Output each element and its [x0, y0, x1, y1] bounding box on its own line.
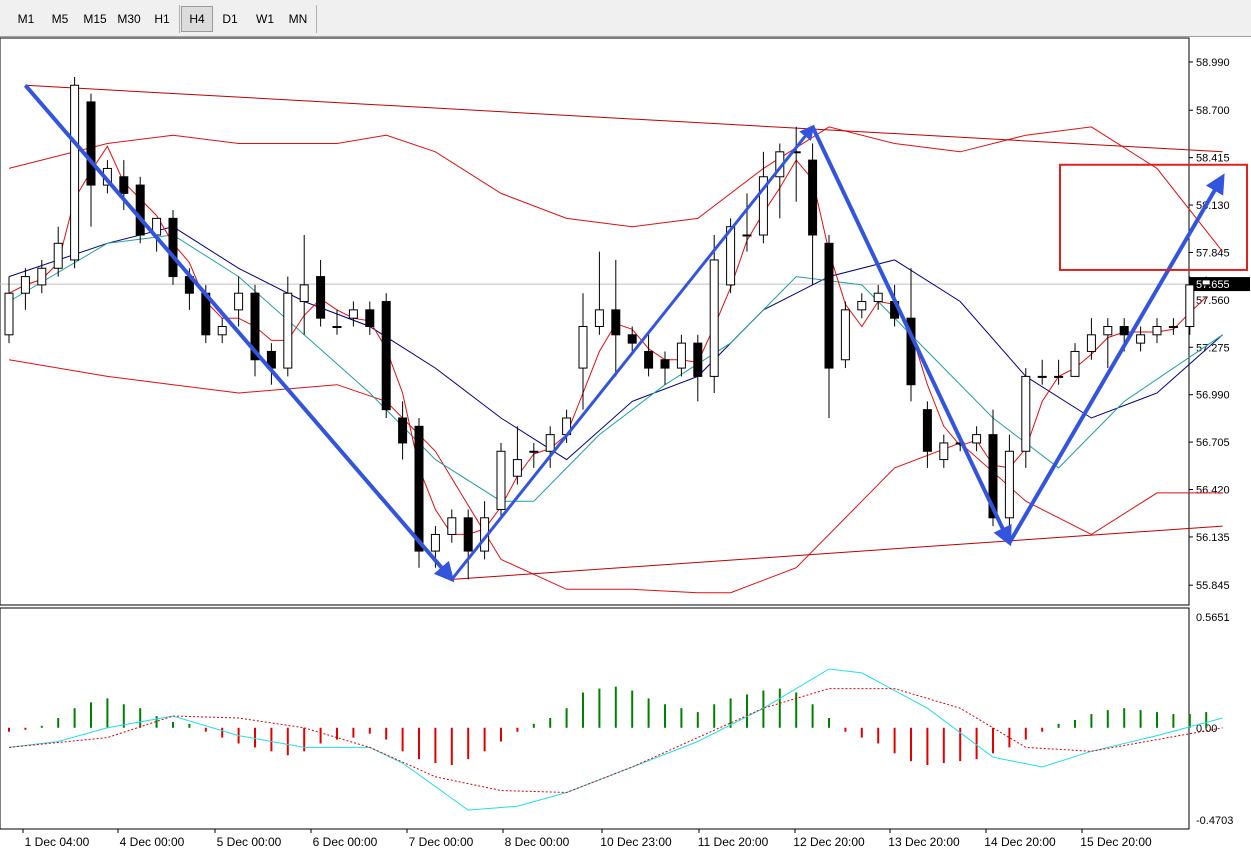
candle-body [1037, 375, 1047, 378]
candle-body [70, 84, 80, 261]
price-axis-label: 57.560 [1196, 295, 1230, 307]
candle-body [398, 417, 408, 444]
candle-body [808, 159, 818, 236]
price-axis-label: 56.705 [1196, 437, 1230, 449]
candle-body [742, 234, 752, 237]
price-axis-label: 58.990 [1196, 57, 1230, 69]
candle-body [1103, 325, 1113, 336]
candle-body [644, 350, 654, 369]
candle-body [381, 301, 391, 411]
candle-body [316, 276, 326, 319]
candle-body [857, 301, 867, 311]
candle-body [1021, 375, 1031, 452]
candle-body [86, 101, 96, 186]
price-axis-label: 55.845 [1196, 580, 1230, 592]
price-axis-label: 56.990 [1196, 390, 1230, 402]
macd-panel [0, 607, 1190, 830]
candle-body [4, 292, 14, 336]
macd-axis-label: -0.4703 [1196, 815, 1233, 827]
time-axis-label: 4 Dec 00:00 [120, 835, 185, 849]
candle-body [578, 325, 588, 369]
price-axis-label: 57.845 [1196, 247, 1230, 259]
candle-body [660, 359, 670, 369]
candle-body [512, 459, 522, 477]
price-axis-label: 58.700 [1196, 105, 1230, 117]
candle-body [463, 517, 473, 552]
price-axis-label: 58.415 [1196, 153, 1230, 165]
candle-body [332, 325, 342, 328]
current-price-label: 57.655 [1196, 279, 1230, 291]
candle-body [1152, 325, 1162, 336]
candle-body [840, 309, 850, 361]
time-axis-label: 7 Dec 00:00 [409, 835, 474, 849]
candle-body [676, 342, 686, 369]
candle-body [430, 533, 440, 552]
candle-body [1201, 279, 1211, 286]
candle-body [693, 342, 703, 377]
candle-body [1119, 325, 1129, 336]
candle-body [1070, 350, 1080, 377]
candle-body [414, 425, 424, 552]
candle-body [972, 434, 982, 444]
candle-body [824, 242, 834, 369]
candle-body [348, 309, 358, 319]
candle-body [135, 184, 145, 236]
macd-axis-label: 0.5651 [1196, 612, 1230, 624]
candle-body [119, 176, 129, 194]
time-axis-label: 6 Dec 00:00 [313, 835, 378, 849]
candle-body [299, 284, 309, 303]
candle-body [496, 450, 506, 510]
candle-body [627, 334, 637, 344]
candle-body [1004, 450, 1014, 519]
candle-body [1136, 334, 1146, 344]
time-axis-label: 14 Dec 20:00 [984, 835, 1056, 849]
candle-body [529, 450, 539, 453]
candle-body [20, 276, 30, 294]
candle-body [217, 325, 227, 336]
time-axis-label: 12 Dec 20:00 [793, 835, 865, 849]
candle-body [37, 267, 47, 286]
candle-body [594, 309, 604, 327]
price-axis-label: 56.420 [1196, 485, 1230, 497]
candle-body [873, 292, 883, 303]
candle-body [709, 259, 719, 377]
time-axis-label: 11 Dec 20:00 [698, 835, 769, 849]
candle-body [1185, 284, 1195, 327]
time-axis-label: 1 Dec 04:00 [25, 835, 90, 849]
candle-body [365, 309, 375, 327]
candle-body [283, 292, 293, 369]
candle-body [447, 517, 457, 535]
candle-body [53, 242, 63, 269]
time-axis-label: 8 Dec 00:00 [505, 835, 570, 849]
time-axis-label: 15 Dec 20:00 [1080, 835, 1152, 849]
candle-body [1168, 325, 1178, 328]
candle-body [611, 309, 621, 336]
candle-body [545, 434, 555, 452]
candle-body [1086, 334, 1096, 352]
candle-body [234, 292, 244, 311]
time-axis-label: 10 Dec 23:00 [600, 835, 672, 849]
price-axis-label: 56.135 [1196, 532, 1230, 544]
candle-body [922, 409, 932, 452]
candle-body [1054, 375, 1064, 378]
candle-body [939, 442, 949, 461]
time-axis-label: 5 Dec 00:00 [217, 835, 282, 849]
candle-body [168, 217, 178, 278]
price-chart[interactable]: 58.99058.70058.41558.13057.84557.56057.2… [0, 0, 1251, 853]
price-panel [0, 37, 1190, 606]
time-axis-label: 13 Dec 20:00 [888, 835, 960, 849]
